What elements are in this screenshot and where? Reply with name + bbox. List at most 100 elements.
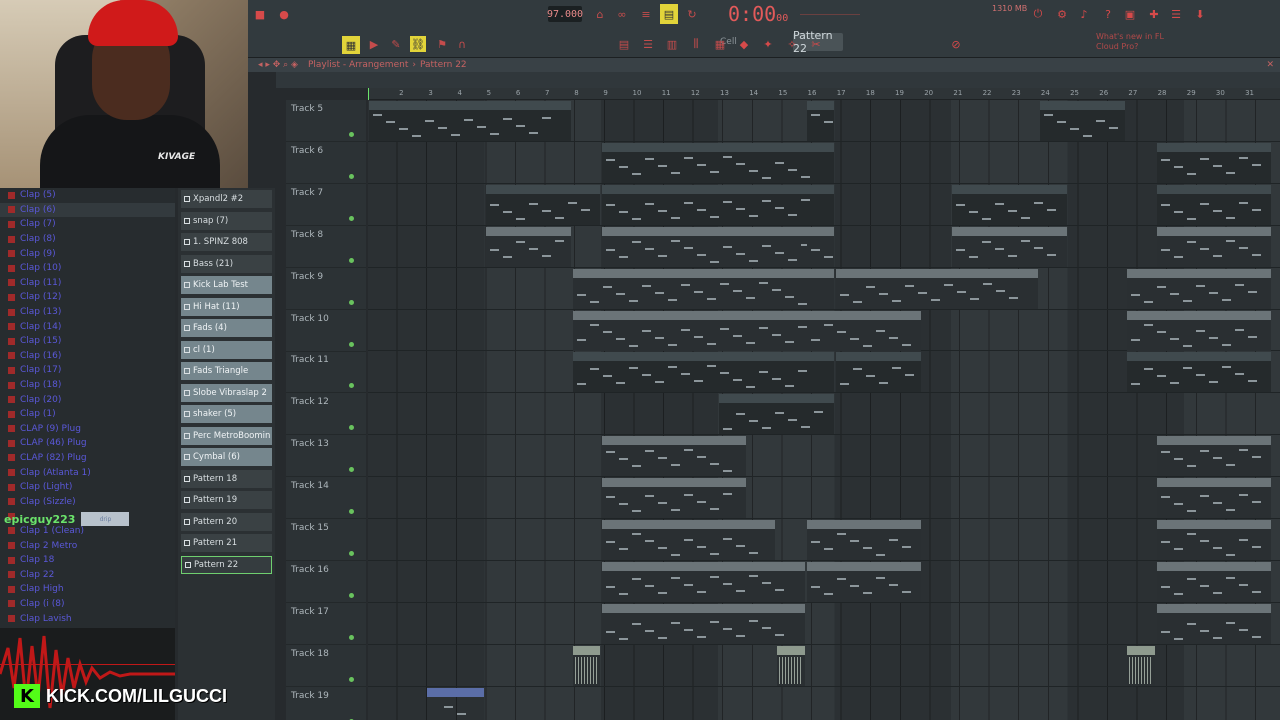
pattern-clip[interactable]: Bass (21): [1039, 101, 1126, 141]
mixer-icon[interactable]: ⚙: [1054, 6, 1070, 22]
browser-item[interactable]: Clap (9): [0, 246, 175, 261]
picker-item[interactable]: Pattern 18: [181, 469, 272, 488]
browser-item[interactable]: Clap 18: [0, 553, 175, 568]
browser-item[interactable]: Clap (Sizzle): [0, 494, 175, 509]
playhead[interactable]: [368, 88, 369, 100]
news-close-icon[interactable]: ⊘: [948, 36, 964, 52]
channel-rack-icon[interactable]: ☰: [640, 36, 656, 52]
record-icon[interactable]: ●: [276, 6, 292, 22]
play-arrow-icon[interactable]: ▶: [366, 36, 382, 52]
save-icon[interactable]: ▣: [1122, 6, 1138, 22]
track-mute-led[interactable]: [349, 509, 354, 515]
track-header[interactable]: Track 5: [286, 100, 366, 142]
pattern-clip[interactable]: Hi Hat (11): [1156, 226, 1272, 267]
pattern-clip[interactable]: Bass (21): [369, 101, 572, 141]
pattern-clip[interactable]: 1. SPINZ 808: [573, 352, 834, 393]
browser-item[interactable]: Clap 22: [0, 567, 175, 582]
picker-item[interactable]: Perc MetroBoomin: [181, 426, 272, 445]
track-header[interactable]: Track 11: [286, 351, 366, 394]
tempo-display[interactable]: 97.000: [547, 6, 583, 22]
pattern-clip[interactable]: Fads Triangle: [806, 520, 922, 560]
browser-item[interactable]: Clap (20): [0, 392, 175, 407]
pattern-clip[interactable]: Slobe Vibraslap 2: [602, 561, 805, 602]
pattern-clip[interactable]: Fads Triangle: [602, 520, 776, 560]
pattern-clip[interactable]: Cymbal (6): [806, 310, 922, 351]
track-mute-led[interactable]: [349, 299, 354, 305]
cut-icon[interactable]: ✂: [808, 36, 824, 52]
pattern-clip[interactable]: [573, 645, 601, 686]
pattern-clip[interactable]: snap (7): [952, 184, 1068, 225]
browser-item[interactable]: CLAP (9) Plug: [0, 422, 175, 437]
playlist-icon[interactable]: ▦: [712, 36, 728, 52]
browser-item[interactable]: Clap (7): [0, 217, 175, 232]
pattern-clip[interactable]: snap (7): [1156, 184, 1272, 225]
stop-icon[interactable]: ■: [252, 6, 268, 22]
pattern-clip[interactable]: Cymbal (6): [1127, 310, 1272, 351]
pattern-clip[interactable]: Hi Hat (11): [602, 226, 834, 267]
countdown-icon[interactable]: ≡: [638, 6, 654, 22]
browser-item[interactable]: Clap (i (8): [0, 597, 175, 612]
track-header[interactable]: Track 16: [286, 561, 366, 603]
track-header[interactable]: Track 9: [286, 268, 366, 310]
browser-item[interactable]: Clap (5): [0, 188, 175, 203]
track-header[interactable]: Track 8: [286, 226, 366, 268]
browser-item[interactable]: Clap (18): [0, 378, 175, 393]
pattern-clip[interactable]: snap (7): [602, 184, 834, 225]
pattern-clip[interactable]: cl (1): [1156, 478, 1272, 519]
pattern-clip[interactable]: Fads (4): [1156, 436, 1272, 477]
download-icon[interactable]: ⬇: [1192, 6, 1208, 22]
chat-icon[interactable]: ☰: [1168, 6, 1184, 22]
metronome-icon[interactable]: ⌂: [592, 6, 608, 22]
pattern-clip[interactable]: shaker (5): [1156, 603, 1272, 644]
magnet-icon[interactable]: ∩: [454, 36, 470, 52]
step-edit-icon[interactable]: ▤: [660, 4, 678, 24]
browser-item[interactable]: Clap (17): [0, 363, 175, 378]
browser-item[interactable]: Clap 2 Metro: [0, 538, 175, 553]
browser-item[interactable]: CLAP (82) Plug: [0, 451, 175, 466]
pattern-clip[interactable]: Xpandl2 #2: [1156, 142, 1272, 183]
pattern-clip[interactable]: Fads Triangle: [1156, 520, 1272, 560]
browser-item[interactable]: Clap (10): [0, 261, 175, 276]
browser-item[interactable]: Clap High: [0, 582, 175, 597]
picker-item[interactable]: Xpandl2 #2: [181, 190, 272, 208]
browser-item[interactable]: Clap (16): [0, 349, 175, 364]
track-mute-led[interactable]: [349, 383, 354, 389]
track-mute-led[interactable]: [349, 551, 354, 556]
track-header[interactable]: Track 18: [286, 645, 366, 687]
track-header[interactable]: Track 6: [286, 142, 366, 184]
browser-item[interactable]: Clap (14): [0, 319, 175, 334]
picker-item[interactable]: Pattern 20: [181, 512, 272, 531]
picker-item[interactable]: Pattern 22: [181, 555, 272, 574]
browser-item[interactable]: CLAP (46) Plug: [0, 436, 175, 451]
track-mute-led[interactable]: [349, 676, 354, 682]
picker-item[interactable]: Cymbal (6): [181, 448, 272, 466]
browser-item[interactable]: Clap (8): [0, 232, 175, 247]
track-mute-led[interactable]: [349, 592, 354, 598]
browser-item[interactable]: Clap (12): [0, 290, 175, 305]
playlist-options-icon[interactable]: ◂ ▸ ✥ ⌕ ◈: [258, 60, 298, 70]
track-header[interactable]: Track 17: [286, 603, 366, 645]
news-panel[interactable]: What's new in FL Cloud Pro?: [1096, 32, 1164, 52]
pattern-clip[interactable]: Kick Lab Test: [1127, 268, 1272, 309]
track-header[interactable]: Track 13: [286, 435, 366, 478]
track-mute-led[interactable]: [349, 341, 354, 347]
playlist-close-icon[interactable]: ✕: [1266, 60, 1274, 70]
browser-item[interactable]: Clap (1): [0, 407, 175, 422]
track-mute-led[interactable]: [349, 634, 354, 640]
pattern-clip[interactable]: Cymbal (6): [573, 310, 834, 351]
pattern-clip[interactable]: 1. SPINZ 808: [835, 352, 922, 393]
browser-item[interactable]: Clap (13): [0, 305, 175, 320]
pattern-clip[interactable]: Tag Wit Riser: [427, 687, 484, 720]
wait-icon[interactable]: ∞: [614, 6, 630, 22]
picker-item[interactable]: 1. SPINZ 808: [181, 233, 272, 251]
snap-icon[interactable]: ▦: [342, 36, 360, 54]
track-header[interactable]: Track 15: [286, 519, 366, 561]
pattern-clip[interactable]: Kick Lab Test: [573, 268, 834, 309]
browser-item[interactable]: Clap (6): [0, 202, 175, 218]
pattern-clip[interactable]: Hi Hat (11): [952, 226, 1068, 267]
track-mute-led[interactable]: [349, 257, 354, 263]
playlist-titlebar[interactable]: ◂ ▸ ✥ ⌕ ◈ Playlist - Arrangement › Patte…: [248, 58, 1280, 72]
pattern-clip[interactable]: Xpandl2 #2: [602, 142, 834, 183]
power-icon[interactable]: ⏻: [1030, 6, 1046, 22]
pattern-clip[interactable]: cl (1): [602, 478, 747, 519]
